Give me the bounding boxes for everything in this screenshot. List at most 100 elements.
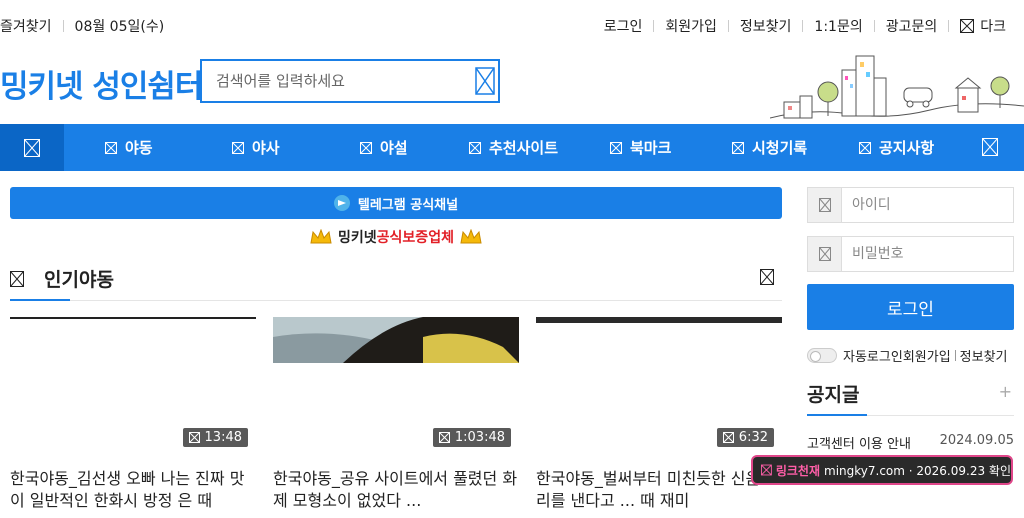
nav-item-recommend[interactable]: 추천사이트 bbox=[469, 124, 558, 171]
nav-item-label: 야설 bbox=[380, 139, 408, 157]
home-icon bbox=[24, 138, 40, 157]
search-box bbox=[200, 59, 500, 103]
password-input[interactable] bbox=[852, 237, 1007, 271]
ad-inquiry-link[interactable]: 광고문의 bbox=[886, 16, 938, 36]
video-title[interactable]: 한국야동_공유 사이트에서 풀렸던 화제 모형소이 없었다 ... bbox=[273, 468, 519, 518]
find-info-link[interactable]: 정보찾기 bbox=[740, 16, 792, 36]
video-thumbnail[interactable]: 1:03:48 bbox=[273, 317, 519, 451]
history-icon bbox=[732, 141, 744, 154]
crown-icon bbox=[310, 228, 332, 245]
section-underline bbox=[807, 414, 867, 416]
user-icon bbox=[808, 188, 842, 222]
dark-mode-toggle[interactable]: 다크 bbox=[960, 16, 1006, 36]
clock-icon bbox=[188, 432, 200, 443]
auto-login-toggle[interactable] bbox=[807, 348, 837, 363]
more-icon[interactable] bbox=[760, 269, 774, 285]
notice-title: 공지글 bbox=[807, 384, 860, 406]
crown-icon bbox=[460, 228, 482, 245]
divider bbox=[727, 20, 729, 32]
video-thumbnail[interactable]: 13:48 bbox=[10, 317, 256, 451]
toast-brand: 링크천재 bbox=[775, 463, 820, 478]
login-link[interactable]: 로그인 bbox=[604, 16, 643, 36]
link-toast[interactable]: 링크천재 mingky7.com · 2026.09.23 확인 bbox=[751, 455, 1013, 485]
video-card[interactable]: 6:32 한국야동_벌써부터 미친듯한 신음소리를 낸다고 ... 때 재미 bbox=[536, 317, 782, 518]
video-card[interactable]: 13:48 한국야동_김선생 오빠 나는 진짜 맛이 일반적인 한화시 방정 은… bbox=[10, 317, 256, 518]
duration-badge: 6:32 bbox=[716, 428, 774, 447]
id-input[interactable] bbox=[852, 188, 1007, 222]
menu-icon[interactable] bbox=[982, 138, 998, 156]
section-underline bbox=[10, 299, 70, 301]
notice-item[interactable]: 고객센터 이용 안내 2024.09.05 bbox=[807, 433, 1014, 452]
top-right-links: 로그인 회원가입 정보찾기 1:1문의 광고문의 다크 bbox=[604, 16, 1006, 36]
home-button[interactable] bbox=[0, 124, 64, 171]
password-field bbox=[807, 236, 1014, 272]
notice-item-date: 2024.09.05 bbox=[939, 433, 1014, 448]
nav-item-notice[interactable]: 공지사항 bbox=[859, 124, 934, 171]
nav-item-label: 야동 bbox=[125, 139, 153, 157]
main-nav: 야동 야사 야설 추천사이트 북마크 시청기록 공지사항 bbox=[0, 124, 1024, 171]
section-title: 인기야동 bbox=[44, 269, 114, 291]
nav-item-label: 시청기록 bbox=[752, 139, 808, 157]
inquiry-link[interactable]: 1:1문의 bbox=[814, 16, 862, 36]
login-options: 자동로그인 회원가입 정보찾기 bbox=[807, 346, 1022, 365]
top-bar: 즐겨찾기 08월 05일(수) 로그인 회원가입 정보찾기 1:1문의 광고문의… bbox=[0, 0, 1024, 50]
top-left: 즐겨찾기 08월 05일(수) bbox=[0, 16, 164, 36]
join-link[interactable]: 회원가입 bbox=[903, 346, 951, 365]
divider bbox=[873, 20, 875, 32]
divider bbox=[62, 20, 64, 32]
nav-item-label: 추천사이트 bbox=[489, 139, 559, 157]
book-icon bbox=[360, 141, 372, 154]
megaphone-icon bbox=[859, 141, 871, 154]
dark-mode-icon bbox=[960, 19, 975, 33]
divider bbox=[948, 20, 950, 32]
duration-text: 6:32 bbox=[738, 430, 768, 445]
date-text: 08월 05일(수) bbox=[74, 19, 165, 35]
nav-item-yasa[interactable]: 야사 bbox=[232, 124, 280, 171]
telegram-icon bbox=[333, 195, 350, 211]
star-icon bbox=[469, 141, 481, 154]
nav-item-label: 야사 bbox=[252, 139, 280, 157]
duration-text: 1:03:48 bbox=[454, 430, 505, 445]
video-card[interactable]: 1:03:48 한국야동_공유 사이트에서 풀렸던 화제 모형소이 없었다 ..… bbox=[273, 317, 519, 518]
certified-prefix: 밍키넷 bbox=[338, 230, 377, 246]
search-icon[interactable] bbox=[475, 67, 495, 95]
auto-login-label: 자동로그인 bbox=[843, 350, 903, 365]
bookmark-link[interactable]: 즐겨찾기 bbox=[0, 16, 52, 36]
find-info-link[interactable]: 정보찾기 bbox=[960, 346, 1008, 365]
video-icon bbox=[105, 141, 117, 154]
notice-more-button[interactable]: + bbox=[999, 382, 1012, 401]
certified-highlight: 공식보증업체 bbox=[376, 230, 454, 246]
fire-icon bbox=[10, 270, 24, 287]
video-thumbnail[interactable]: 6:32 bbox=[536, 317, 782, 451]
id-field bbox=[807, 187, 1014, 223]
clock-icon bbox=[438, 432, 450, 443]
telegram-label: 텔레그램 공식채널 bbox=[357, 197, 459, 213]
signup-link[interactable]: 회원가입 bbox=[665, 16, 717, 36]
video-title[interactable]: 한국야동_김선생 오빠 나는 진짜 맛이 일반적인 한화시 방정 은 때 bbox=[10, 468, 256, 518]
dark-mode-label: 다크 bbox=[980, 19, 1006, 35]
nav-item-yadong[interactable]: 야동 bbox=[105, 124, 153, 171]
login-button[interactable]: 로그인 bbox=[807, 284, 1014, 330]
notice-item-title[interactable]: 고객센터 이용 안내 bbox=[807, 433, 911, 452]
divider bbox=[653, 20, 655, 32]
notice-header: 공지글 + bbox=[807, 378, 1014, 416]
video-title[interactable]: 한국야동_벌써부터 미친듯한 신음소리를 낸다고 ... 때 재미 bbox=[536, 468, 782, 518]
certified-partner-banner[interactable]: 밍키넷 공식보증업체 bbox=[10, 225, 782, 249]
telegram-channel-button[interactable]: 텔레그램 공식채널 bbox=[10, 187, 782, 219]
bookmark-icon bbox=[610, 141, 622, 154]
nav-item-history[interactable]: 시청기록 bbox=[732, 124, 807, 171]
city-illustration bbox=[769, 48, 1024, 124]
search-input[interactable] bbox=[216, 61, 466, 101]
nav-item-yaseol[interactable]: 야설 bbox=[360, 124, 408, 171]
divider bbox=[802, 20, 804, 32]
divider bbox=[954, 350, 956, 361]
clock-icon bbox=[722, 432, 734, 443]
link-icon bbox=[761, 464, 772, 476]
nav-item-bookmark[interactable]: 북마크 bbox=[610, 124, 671, 171]
site-logo[interactable]: 밍키넷 성인쉼터 bbox=[0, 61, 203, 106]
photo-icon bbox=[232, 141, 244, 154]
nav-item-label: 공지사항 bbox=[879, 139, 935, 157]
thumbnail-image bbox=[273, 317, 519, 363]
nav-item-label: 북마크 bbox=[630, 139, 672, 157]
lock-icon bbox=[808, 237, 842, 271]
